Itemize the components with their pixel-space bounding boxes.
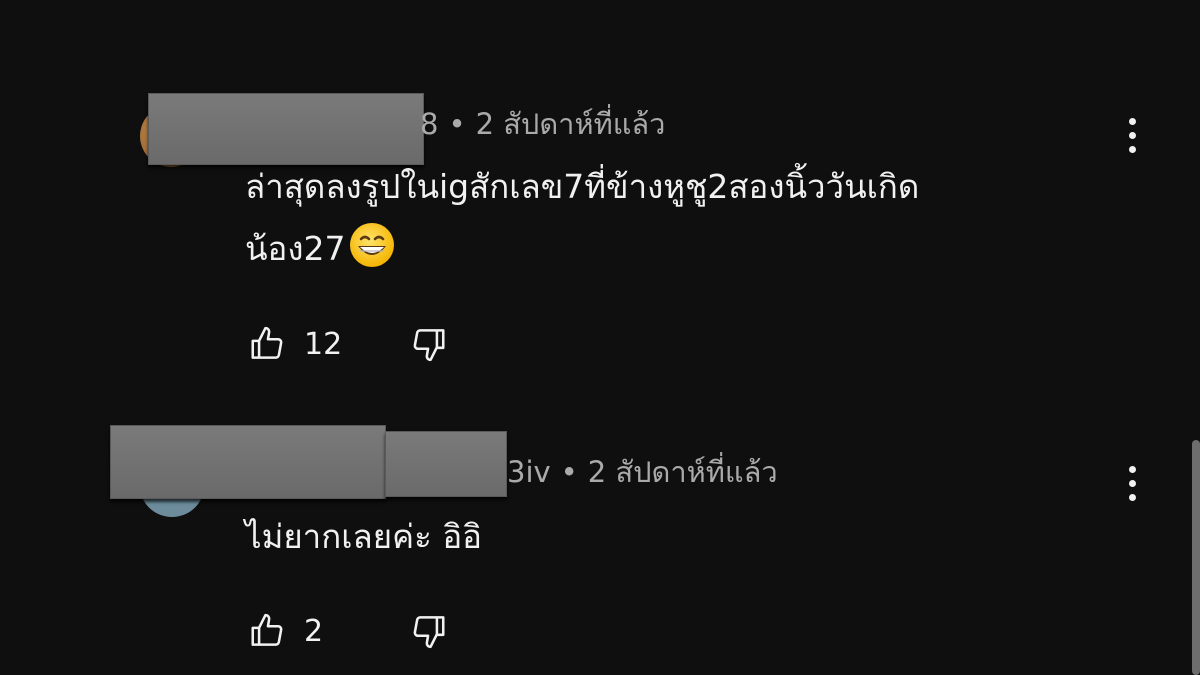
like-count: 12 [304,326,343,362]
author-name-suffix[interactable]: 3iv [507,455,551,489]
like-count: 2 [304,613,324,649]
like-button[interactable]: 12 [248,325,342,363]
comment-text-line-content: น้อง27 [245,229,346,268]
comment-meta: 8 • 2 สัปดาห์ที่แล้ว [420,110,665,139]
more-vert-icon[interactable] [1127,466,1137,501]
redacted-author-name [385,431,507,497]
comment-text-line: ไม่ยากเลยค่ะ อิอิ [245,517,482,556]
grinning-face-emoji-icon [349,222,395,288]
comment: 8 • 2 สัปดาห์ที่แล้ว ล่าสุดลงรูปในigสักเลข… [0,0,1200,420]
comment-text: ล่าสุดลงรูปในigสักเลข7ที่ข้างหูชู2สองนิ้… [245,156,919,288]
meta-separator: • [560,455,578,489]
comment-text: ไม่ยากเลยค่ะ อิอิ [245,506,482,568]
thumbs-up-icon [251,613,283,646]
comment-time[interactable]: 2 สัปดาห์ที่แล้ว [476,107,666,141]
meta-separator: • [448,107,466,141]
thumbs-up-icon [251,326,283,359]
comment-text-line: ล่าสุดลงรูปในigสักเลข7ที่ข้างหูชู2สองนิ้… [245,167,920,206]
thumbs-down-icon [413,329,445,362]
redacted-author-name [148,93,424,165]
thumbs-down-icon [413,616,445,649]
more-vert-icon[interactable] [1127,118,1137,153]
comment-text-line: น้อง27 [245,218,919,288]
scrollbar[interactable] [1192,440,1200,675]
comment-meta: 3iv • 2 สัปดาห์ที่แล้ว [507,458,778,487]
redacted-author-name [110,425,386,499]
author-name-suffix[interactable]: 8 [420,107,438,141]
dislike-button[interactable] [410,612,448,650]
like-button[interactable]: 2 [248,612,323,650]
comment: 3iv • 2 สัปดาห์ที่แล้ว ไม่ยากเลยค่ะ อิอิ 2 [0,420,1200,675]
comment-time[interactable]: 2 สัปดาห์ที่แล้ว [588,455,778,489]
dislike-button[interactable] [410,325,448,363]
